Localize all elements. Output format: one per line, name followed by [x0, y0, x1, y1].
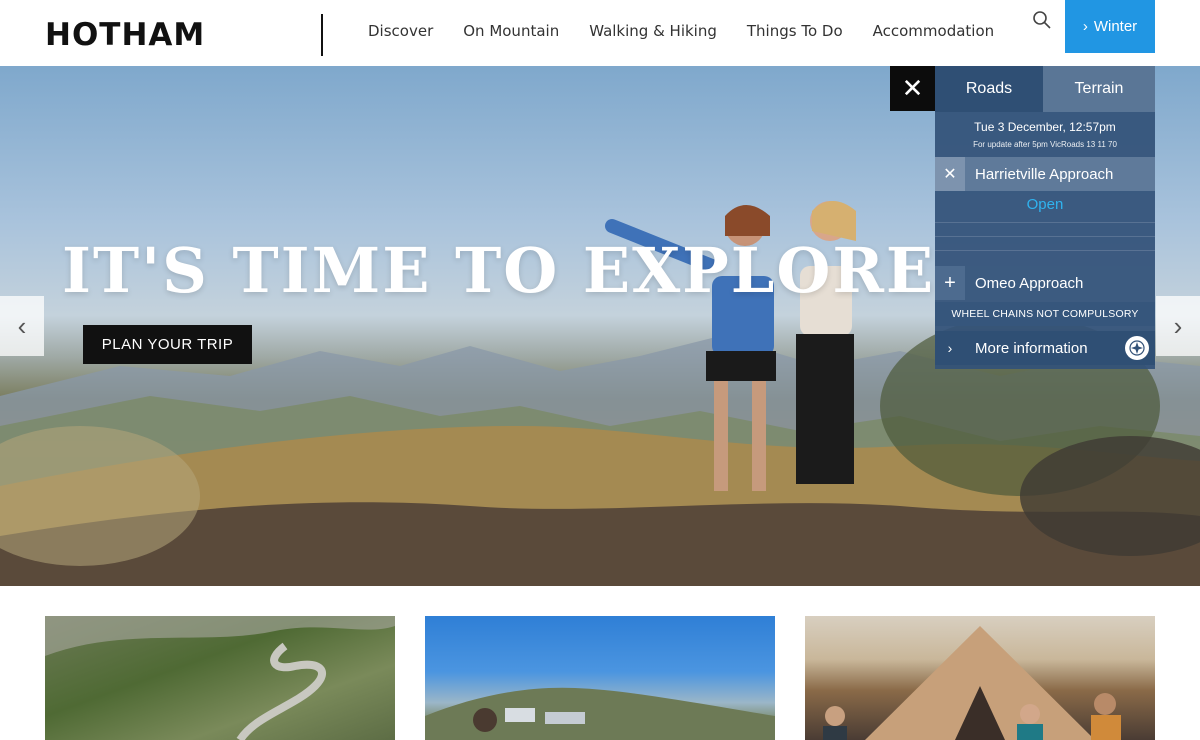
- card-image: [823, 626, 1121, 740]
- chains-notice: WHEEL CHAINS NOT COMPULSORY: [935, 302, 1155, 326]
- search-icon[interactable]: [1030, 8, 1054, 32]
- roads-panel-body: Tue 3 December, 12:57pm For update after…: [935, 112, 1155, 369]
- main-nav: Discover On Mountain Walking & Hiking Th…: [368, 22, 1024, 40]
- divider: [935, 222, 1155, 223]
- chevron-right-icon: ›: [1082, 18, 1088, 35]
- road-row-omeo[interactable]: + Omeo Approach: [935, 266, 1155, 300]
- report-date: Tue 3 December, 12:57pm: [974, 120, 1116, 134]
- chevron-right-icon[interactable]: ›: [1156, 296, 1200, 356]
- tab-terrain[interactable]: Terrain: [1043, 66, 1155, 112]
- collapse-icon[interactable]: ✕: [935, 157, 965, 191]
- plan-your-trip-button[interactable]: PLAN YOUR TRIP: [83, 325, 252, 364]
- plus-icon[interactable]: +: [935, 266, 965, 300]
- nav-things-to-do[interactable]: Things To Do: [747, 22, 843, 40]
- hero-title: IT'S TIME TO EXPLORE: [62, 234, 936, 307]
- feature-card-road[interactable]: [45, 616, 395, 740]
- road-conditions-panel: ✕ Roads Terrain Tue 3 December, 12:57pm …: [890, 66, 1155, 369]
- feature-card-village[interactable]: [425, 616, 775, 740]
- divider: [935, 250, 1155, 251]
- nav-on-mountain[interactable]: On Mountain: [463, 22, 559, 40]
- tab-roads[interactable]: Roads: [935, 66, 1043, 112]
- chevron-right-icon: ›: [947, 340, 953, 356]
- winter-button-label: Winter: [1093, 18, 1138, 35]
- nav-walking-hiking[interactable]: Walking & Hiking: [589, 22, 717, 40]
- feature-card-glamping[interactable]: [805, 616, 1155, 740]
- chevron-left-icon[interactable]: ‹: [0, 296, 44, 356]
- more-information-link[interactable]: › More information: [935, 331, 1155, 365]
- site-header: HOTHAM Discover On Mountain Walking & Hi…: [0, 0, 1200, 66]
- nav-accommodation[interactable]: Accommodation: [873, 22, 995, 40]
- close-icon[interactable]: ✕: [890, 66, 935, 111]
- road-row-harrietville[interactable]: ✕ Harrietville Approach: [935, 157, 1155, 191]
- header-divider: [321, 14, 323, 56]
- vicroads-badge-icon: [1125, 336, 1149, 360]
- card-image: [45, 616, 395, 740]
- card-image: [425, 687, 775, 740]
- road-name: Harrietville Approach: [975, 165, 1114, 183]
- nav-discover[interactable]: Discover: [368, 22, 433, 40]
- divider: [935, 236, 1155, 237]
- road-status: Open: [1026, 196, 1064, 213]
- winter-button[interactable]: › Winter: [1065, 0, 1155, 53]
- road-name: Omeo Approach: [975, 274, 1084, 292]
- hotham-logo[interactable]: HOTHAM: [45, 17, 205, 53]
- more-information-label: More information: [975, 339, 1088, 357]
- update-note: For update after 5pm VicRoads 13 11 70: [973, 140, 1117, 149]
